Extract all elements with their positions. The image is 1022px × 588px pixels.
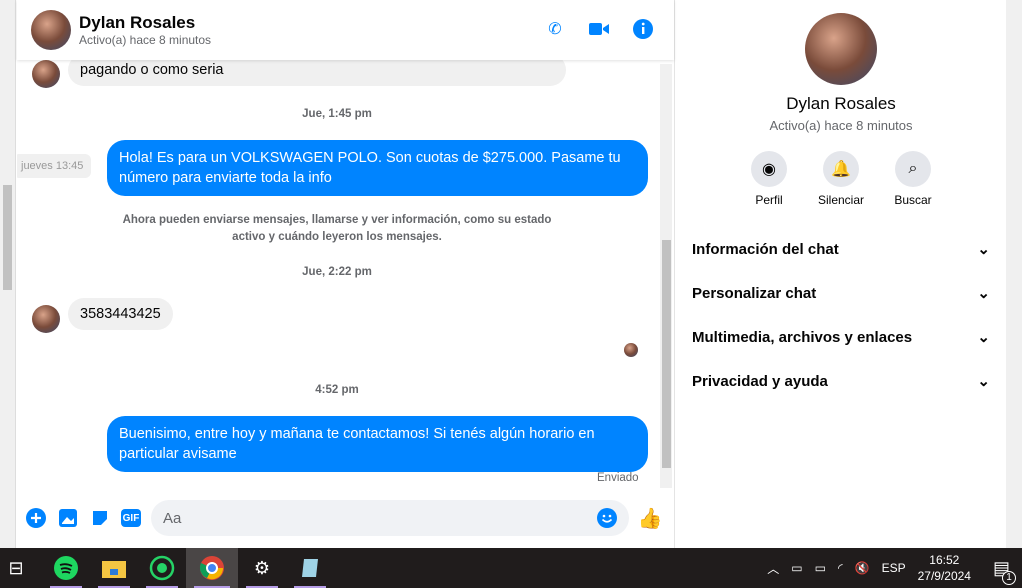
emoji-icon[interactable] — [597, 508, 617, 528]
chevron-down-icon: ⌄ — [977, 373, 990, 390]
contact-status: Activo(a) hace 8 minutos — [79, 33, 212, 47]
spotify-icon[interactable] — [42, 548, 90, 588]
input-placeholder: Aa — [163, 509, 182, 527]
show-hidden-icons[interactable]: ︿ — [767, 560, 779, 577]
timestamp-tooltip: jueves 13:45 — [17, 154, 92, 178]
chrome-icon[interactable] — [186, 548, 238, 588]
section-customize[interactable]: Personalizar chat ⌄ — [676, 271, 1006, 315]
chat-scrollbar[interactable] — [660, 64, 672, 488]
info-icon[interactable] — [632, 18, 654, 40]
search-icon: ⌕ — [895, 151, 931, 187]
sticker-icon[interactable] — [89, 507, 111, 529]
composer: GIF Aa 👍 — [17, 496, 675, 540]
notepad-icon[interactable] — [286, 548, 334, 588]
section-chat-info[interactable]: Información del chat ⌄ — [676, 227, 1006, 271]
section-media[interactable]: Multimedia, archivos y enlaces ⌄ — [676, 315, 1006, 359]
profile-button[interactable]: ◉ Perfil — [734, 151, 804, 207]
chat-pane: Dylan Rosales Activo(a) hace 8 minutos ✆… — [17, 0, 675, 548]
timestamp: Jue, 1:45 pm — [302, 108, 372, 120]
panel-contact-name: Dylan Rosales — [786, 94, 896, 113]
message-outgoing: Buenisimo, entre hoy y mañana te contact… — [107, 416, 648, 472]
avatar[interactable] — [31, 10, 71, 50]
profile-avatar — [805, 13, 877, 85]
clock[interactable]: 16:52 27/9/2024 — [918, 552, 971, 584]
chat-header: Dylan Rosales Activo(a) hace 8 minutos ✆ — [17, 0, 674, 60]
camera-icon[interactable]: ▭ — [791, 561, 802, 575]
language-indicator[interactable]: ESP — [882, 561, 906, 575]
video-icon[interactable] — [588, 18, 610, 40]
page-scrollbar[interactable] — [1006, 0, 1022, 548]
panel-contact-status: Activo(a) hace 8 minutos — [769, 118, 913, 133]
whatsapp-icon[interactable] — [138, 548, 186, 588]
image-icon[interactable] — [57, 507, 79, 529]
wifi-icon[interactable]: ◜ — [838, 561, 843, 575]
chat-info-panel: Dylan Rosales Activo(a) hace 8 minutos ◉… — [676, 0, 1006, 548]
battery-icon[interactable]: ▭ — [815, 561, 826, 575]
phone-icon[interactable]: ✆ — [544, 18, 566, 40]
profile-icon: ◉ — [751, 151, 787, 187]
plus-icon[interactable] — [25, 507, 47, 529]
section-privacy[interactable]: Privacidad y ayuda ⌄ — [676, 359, 1006, 403]
timestamp: Jue, 2:22 pm — [302, 266, 372, 278]
sent-status: Enviado — [597, 472, 639, 484]
search-button[interactable]: ⌕ Buscar — [878, 151, 948, 207]
notification-count: 1 — [1002, 570, 1016, 585]
file-explorer-icon[interactable] — [90, 548, 138, 588]
contact-name[interactable]: Dylan Rosales — [79, 13, 211, 33]
bell-icon: 🔔 — [823, 151, 859, 187]
message-incoming: pagando o como seria — [68, 60, 566, 86]
message-outgoing: Hola! Es para un VOLKSWAGEN POLO. Son cu… — [107, 140, 648, 196]
read-receipt-avatar — [624, 343, 638, 357]
message-list: pagando o como seria Jue, 1:45 pm jueves… — [17, 60, 675, 490]
message-incoming: 3583443425 — [68, 298, 173, 330]
notifications-icon[interactable]: ▤ 1 — [993, 558, 1016, 585]
taskbar: ⊟ ⚙ ︿ ▭ ▭ ◜ 🔇 ESP 16:52 27/9/2024 ▤ 1 — [0, 548, 1022, 588]
task-view-icon[interactable]: ⊟ — [0, 548, 32, 588]
like-icon[interactable]: 👍 — [638, 507, 663, 530]
left-scrollbar[interactable] — [0, 0, 16, 548]
chevron-down-icon: ⌄ — [977, 285, 990, 302]
settings-icon[interactable]: ⚙ — [238, 548, 286, 588]
message-input[interactable]: Aa — [151, 500, 629, 536]
timestamp: 4:52 pm — [315, 384, 359, 396]
gif-button[interactable]: GIF — [121, 509, 141, 527]
chevron-down-icon: ⌄ — [977, 241, 990, 258]
volume-muted-icon[interactable]: 🔇 — [855, 561, 870, 575]
mute-button[interactable]: 🔔 Silenciar — [806, 151, 876, 207]
system-notice: Ahora pueden enviarse mensajes, llamarse… — [122, 214, 552, 243]
chevron-down-icon: ⌄ — [977, 329, 990, 346]
